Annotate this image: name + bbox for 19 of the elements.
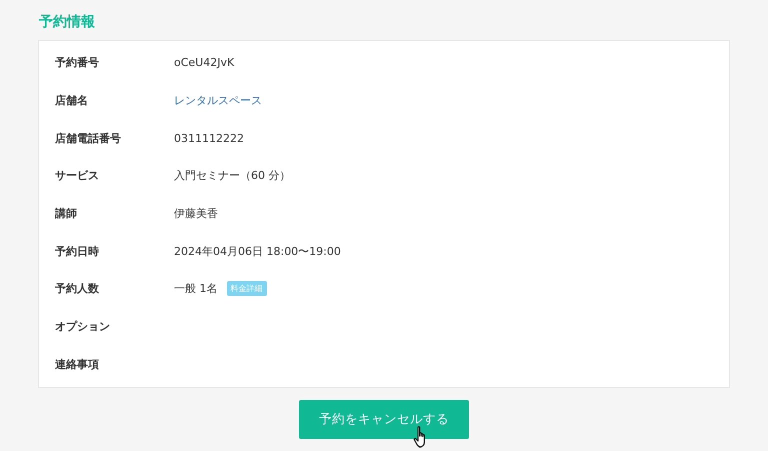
store-link[interactable]: レンタルスペース: [174, 93, 262, 108]
cancel-button[interactable]: 予約をキャンセルする: [299, 400, 469, 440]
field-label: 店舗名: [55, 93, 89, 108]
price-details-button[interactable]: 料金詳細: [226, 281, 266, 296]
section-title: 予約情報: [39, 13, 96, 32]
field-label: 講師: [55, 206, 78, 222]
field-label: 予約日時: [55, 244, 100, 259]
field-value: 2024年04月06日 18:00〜19:00: [174, 244, 341, 259]
field-label: 店舗電話番号: [55, 130, 122, 146]
field-value: 入門セミナー（60 分）: [174, 168, 290, 184]
field-label: サービス: [55, 168, 100, 184]
field-label: オプション: [55, 319, 111, 334]
field-value: oCeU42JvK: [174, 56, 234, 70]
field-label: 予約番号: [55, 55, 100, 70]
field-value: 伊藤美香: [174, 206, 218, 222]
field-value: 0311112222: [174, 132, 244, 145]
field-value: 一般 1名: [174, 281, 218, 296]
field-label: 予約人数: [55, 281, 100, 296]
field-label: 連絡事項: [55, 356, 100, 372]
